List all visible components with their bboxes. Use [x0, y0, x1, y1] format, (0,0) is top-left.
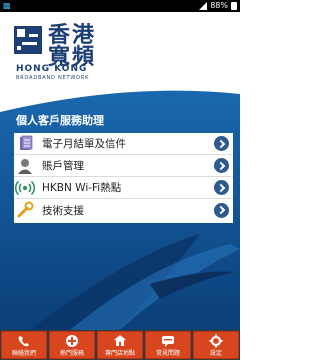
user-icon — [18, 158, 32, 174]
tab-label: 常見問題 — [155, 350, 180, 357]
hkbn-logo-icon — [14, 26, 42, 54]
status-bar: ▩ 88% — [0, 0, 240, 12]
battery-icon — [231, 2, 237, 10]
menu-item-account[interactable]: 賬戶管理 — [14, 155, 233, 177]
tab-popular-services[interactable]: 熱門服務 — [49, 331, 95, 359]
chevron-right-icon[interactable] — [214, 136, 229, 151]
phone-icon — [18, 336, 29, 347]
section-title: 個人客戶服務助理 — [16, 114, 104, 127]
wifi-icon — [14, 180, 36, 195]
plus-icon — [66, 335, 78, 347]
chevron-right-icon[interactable] — [214, 158, 229, 173]
menu-label: 技術支援 — [42, 204, 84, 217]
android-notification-icon: ▩ — [3, 1, 11, 10]
battery-percent: 88% — [210, 1, 228, 10]
tab-contact-us[interactable]: 聯絡我們 — [1, 331, 47, 359]
chevron-right-icon[interactable] — [214, 202, 229, 218]
gear-icon — [209, 334, 223, 348]
menu-item-support[interactable]: 技術支援 — [14, 199, 233, 221]
menu-label: HKBN Wi-Fi熱點 — [42, 182, 122, 194]
brand-english-subtitle: BROADBAND NETWORK — [16, 75, 90, 81]
tab-store-locations[interactable]: 專門店地點 — [97, 331, 143, 359]
header: 香港寬頻 HONG KONG BROADBAND NETWORK — [0, 12, 240, 84]
status-right: 88% — [199, 0, 237, 12]
menu-item-ebill[interactable]: 電子月結單及信件 — [14, 133, 233, 155]
brand-english-name: HONG KONG — [16, 64, 88, 74]
brand-chinese-name: 香港寬頻 — [48, 22, 97, 70]
service-menu: 電子月結單及信件 賬戶管理 HKBN Wi-Fi熱點 技術支援 — [14, 133, 233, 223]
store-icon — [114, 335, 126, 346]
tab-settings[interactable]: 設定 — [193, 331, 239, 359]
chevron-right-icon[interactable] — [214, 180, 229, 195]
menu-label: 電子月結單及信件 — [42, 138, 126, 150]
main-panel: 個人客戶服務助理 電子月結單及信件 賬戶管理 HKBN Wi-Fi熱點 技術支援 — [0, 84, 240, 330]
tab-label: 聯絡我們 — [11, 350, 36, 357]
document-icon — [20, 135, 33, 150]
tab-label: 熱門服務 — [59, 350, 84, 357]
menu-item-wifi[interactable]: HKBN Wi-Fi熱點 — [14, 177, 233, 199]
signal-icon — [199, 2, 208, 10]
bottom-tab-bar: 聯絡我們 熱門服務 專門店地點 常見問題 設定 — [0, 330, 240, 360]
tab-faq[interactable]: 常見問題 — [145, 331, 191, 359]
tab-label: 專門店地點 — [104, 350, 135, 357]
menu-label: 賬戶管理 — [42, 160, 84, 172]
tab-label: 設定 — [209, 350, 222, 357]
wrench-icon — [17, 201, 34, 218]
faq-icon — [162, 336, 174, 347]
